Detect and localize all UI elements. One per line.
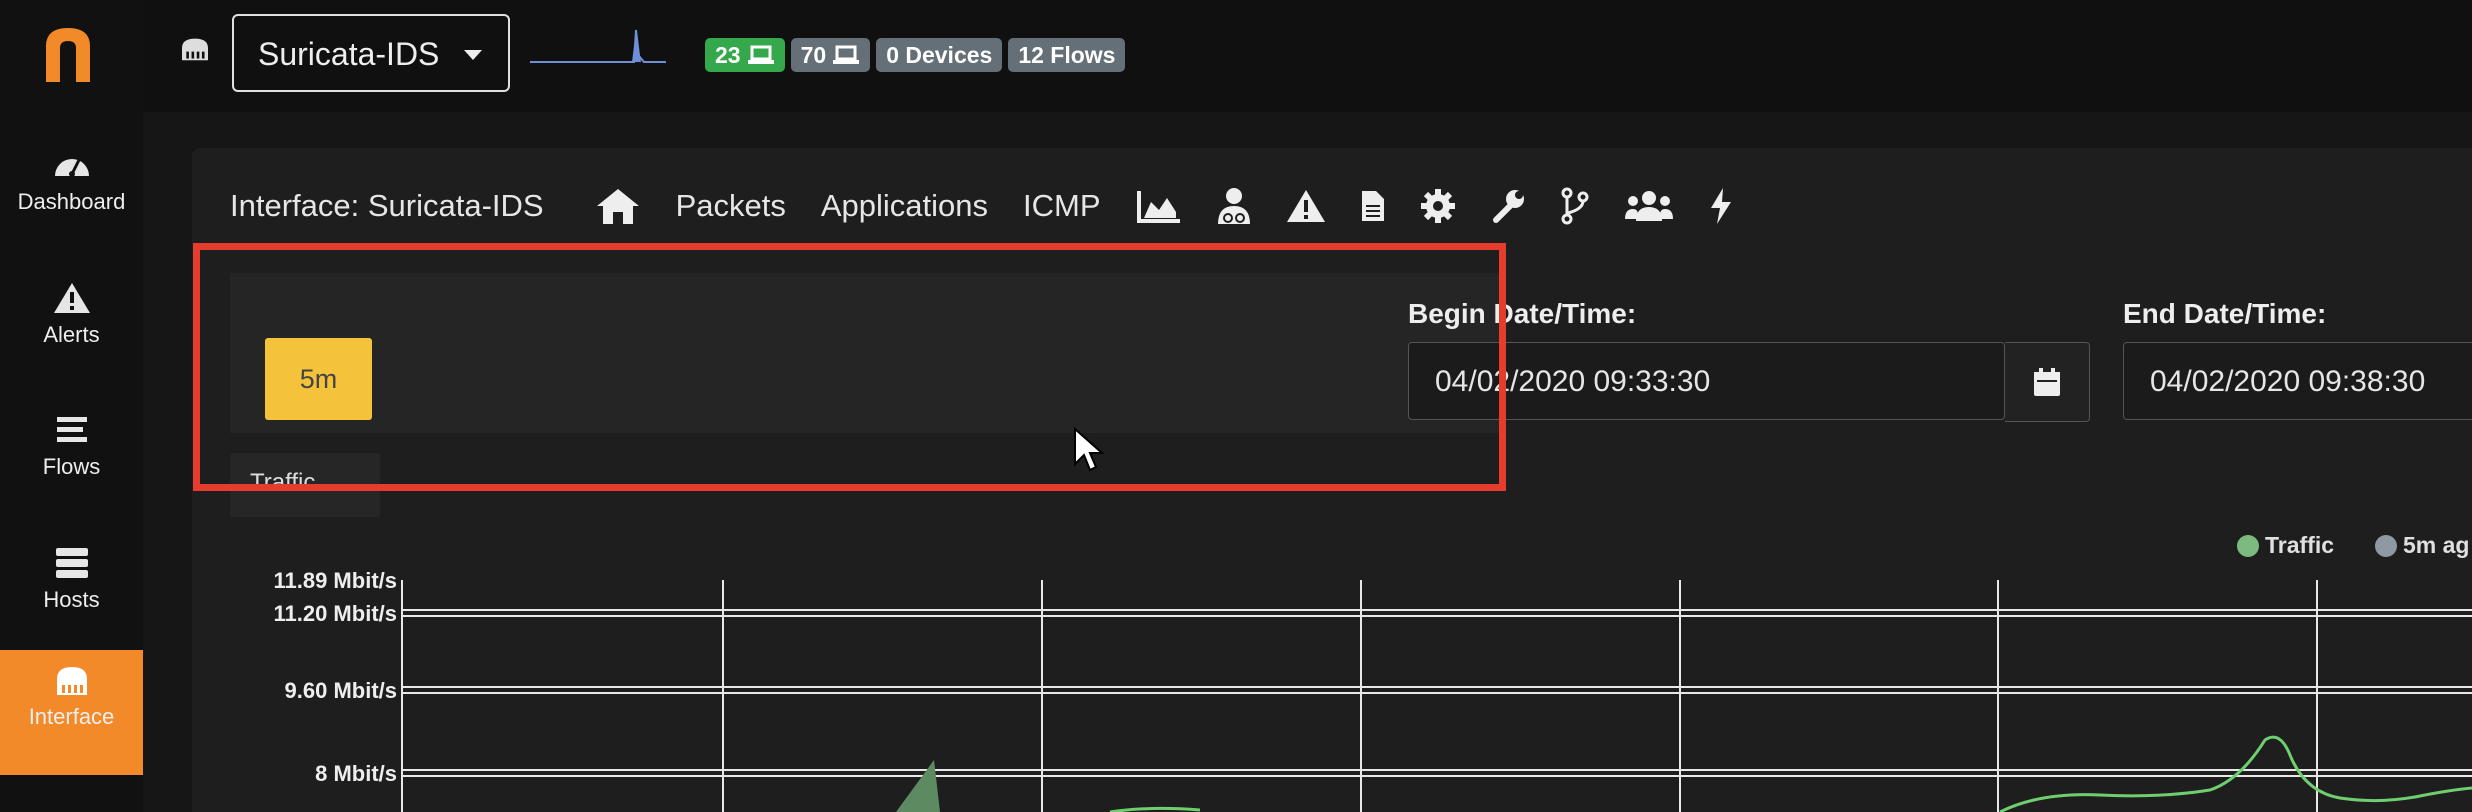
y-tick-label: 11.20 Mbit/s <box>273 601 397 626</box>
series-traffic-spike <box>896 760 940 812</box>
y-tick-label: 11.89 Mbit/s <box>273 568 397 593</box>
highlight-box <box>193 243 1506 491</box>
mouse-cursor-icon <box>1074 426 1105 472</box>
series-traffic-line <box>1999 735 2472 812</box>
y-tick-label: 9.60 Mbit/s <box>285 678 397 703</box>
series-traffic-line <box>1109 806 1201 812</box>
y-tick-label: 8 Mbit/s <box>315 761 397 786</box>
